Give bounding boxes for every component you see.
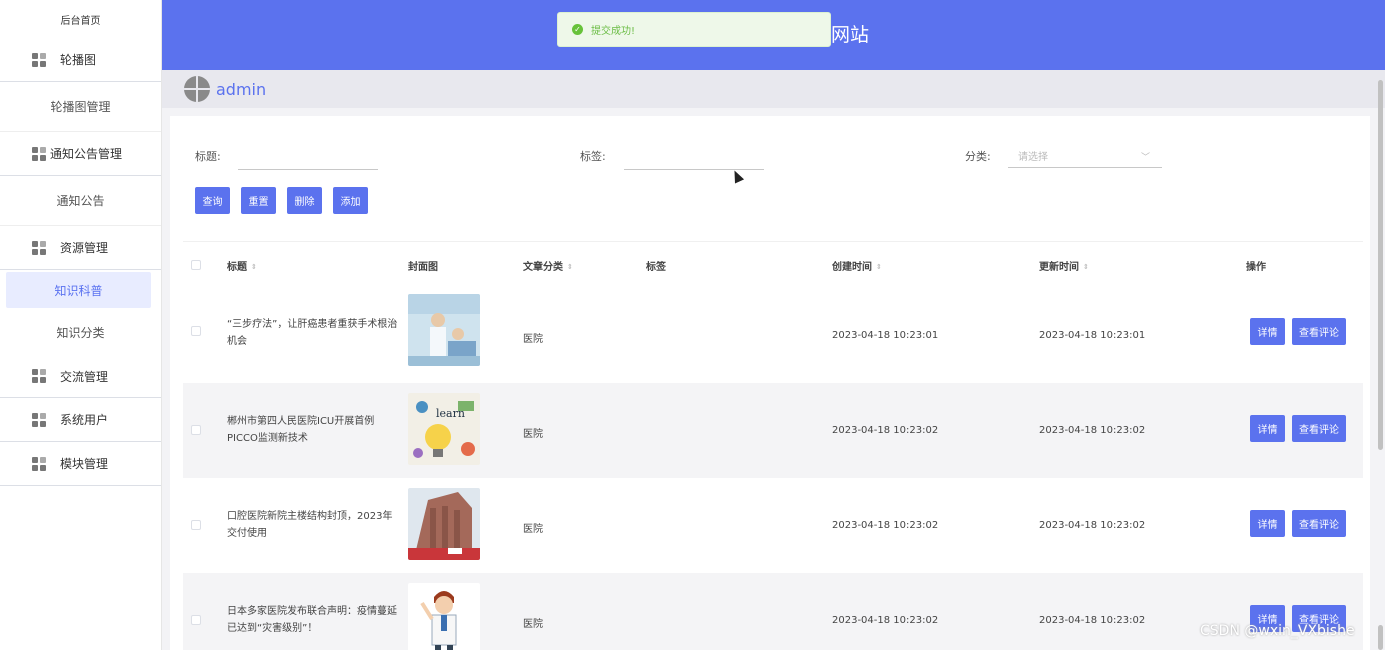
row-updated: 2023-04-18 10:23:01: [1039, 330, 1146, 341]
sidebar-item-knowledge-category[interactable]: 知识分类: [0, 310, 161, 354]
view-comments-button[interactable]: 查看评论: [1292, 415, 1346, 442]
cover-image: [408, 294, 480, 366]
sidebar-group-communication[interactable]: 交流管理: [0, 354, 161, 398]
column-header-actions: 操作: [1246, 262, 1266, 273]
category-select-placeholder: 请选择: [1018, 152, 1048, 163]
detail-button[interactable]: 详情: [1250, 415, 1285, 442]
sort-icon: ⇕: [567, 263, 573, 271]
row-created: 2023-04-18 10:23:01: [832, 330, 939, 341]
module-icon: [32, 456, 46, 471]
query-button[interactable]: 查询: [195, 187, 230, 214]
sidebar-item-carousel-manage[interactable]: 轮播图管理: [0, 82, 161, 132]
sidebar-group-label: 轮播图: [60, 53, 97, 67]
row-updated: 2023-04-18 10:23:02: [1039, 615, 1146, 626]
row-checkbox[interactable]: [191, 326, 201, 336]
view-comments-button[interactable]: 查看评论: [1292, 318, 1346, 345]
table-row: “三步疗法”，让肝癌患者重获手术根治机会 医院 2023-04-18 10:23…: [183, 288, 1363, 383]
detail-button[interactable]: 详情: [1250, 318, 1285, 345]
sidebar-group-resource[interactable]: 资源管理: [0, 226, 161, 270]
sort-icon: ⇕: [1083, 263, 1089, 271]
tag-filter-input[interactable]: [624, 146, 764, 170]
success-toast: ✓ 提交成功!: [557, 12, 831, 47]
row-checkbox[interactable]: [191, 615, 201, 625]
username[interactable]: admin: [216, 80, 266, 99]
sidebar-group-label: 资源管理: [60, 241, 109, 255]
select-all-checkbox[interactable]: [191, 260, 201, 270]
scrollbar-thumb[interactable]: [1378, 80, 1383, 450]
sidebar-group-label: 交流管理: [60, 369, 109, 384]
avatar[interactable]: [184, 76, 210, 102]
title-filter-input[interactable]: [238, 146, 378, 170]
column-header-category[interactable]: 文章分类 ⇕: [523, 258, 573, 273]
user-bar: admin: [162, 70, 1385, 108]
column-header-tag: 标签: [646, 262, 666, 273]
sidebar-group-modules[interactable]: 模块管理: [0, 442, 161, 486]
row-category: 医院: [523, 429, 543, 440]
sidebar-item-notice[interactable]: 通知公告: [0, 176, 161, 226]
knowledge-table: 标题 ⇕ 封面图 文章分类 ⇕ 标签 创建时间 ⇕ 更新时间 ⇕ 操作 “三步疗法”，让…: [183, 241, 1363, 650]
row-title: 口腔医院新院主楼结构封顶，2023年交付使用: [227, 511, 393, 539]
table-row: 日本多家医院发布联合声明：疫情蔓延已达到“灾害级别”！ 医院 2023-04-1…: [183, 573, 1363, 650]
row-title: “三步疗法”，让肝癌患者重获手术根治机会: [227, 319, 398, 347]
module-icon: [32, 52, 46, 67]
svg-text:learn: learn: [436, 407, 465, 420]
sidebar-group-notice[interactable]: 通知公告管理: [0, 132, 161, 176]
sidebar-group-carousel[interactable]: 轮播图: [0, 38, 161, 82]
row-category: 医院: [523, 524, 543, 535]
sidebar-item-knowledge[interactable]: 知识科普: [6, 272, 151, 308]
chevron-down-icon: ﹀: [1140, 153, 1150, 163]
site-title: 网站: [831, 24, 870, 46]
sidebar-group-label: 通知公告管理: [50, 147, 123, 161]
row-category: 医院: [523, 619, 543, 630]
row-checkbox[interactable]: [191, 425, 201, 435]
cover-image: [408, 583, 480, 650]
row-updated: 2023-04-18 10:23:02: [1039, 520, 1146, 531]
table-header: 标题 ⇕ 封面图 文章分类 ⇕ 标签 创建时间 ⇕ 更新时间 ⇕ 操作: [183, 242, 1363, 288]
module-icon: [32, 146, 46, 161]
row-title: 郴州市第四人民医院ICU开展首例PICCO监测新技术: [227, 416, 375, 444]
table-row: 郴州市第四人民医院ICU开展首例PICCO监测新技术 learn 医院 2023…: [183, 383, 1363, 478]
sidebar-group-label: 系统用户: [60, 413, 109, 427]
category-filter-label: 分类:: [965, 150, 991, 163]
table-row: 口腔医院新院主楼结构封顶，2023年交付使用 医院 2023-04-18 10:…: [183, 478, 1363, 573]
detail-button[interactable]: 详情: [1250, 510, 1285, 537]
add-button[interactable]: 添加: [333, 187, 368, 214]
main-content: 标题: 标签: 分类: 请选择 ﹀ 查询 重置 删除 添加 标题 ⇕ 封面图 文章…: [170, 116, 1370, 650]
row-created: 2023-04-18 10:23:02: [832, 425, 939, 436]
row-checkbox[interactable]: [191, 520, 201, 530]
row-created: 2023-04-18 10:23:02: [832, 520, 939, 531]
sort-icon: ⇕: [876, 263, 882, 271]
sidebar-group-label: 模块管理: [60, 457, 109, 471]
watermark: CSDN @wxin_VXbishe: [1200, 623, 1355, 639]
tag-filter-label: 标签:: [580, 150, 606, 163]
sidebar-group-users[interactable]: 系统用户: [0, 398, 161, 442]
cover-image: [408, 488, 480, 560]
module-icon: [32, 412, 46, 427]
module-icon: [32, 240, 46, 255]
row-created: 2023-04-18 10:23:02: [832, 615, 939, 626]
delete-button[interactable]: 删除: [287, 187, 322, 214]
module-icon: [32, 369, 46, 383]
column-header-created[interactable]: 创建时间 ⇕: [832, 258, 882, 273]
row-title: 日本多家医院发布联合声明：疫情蔓延已达到“灾害级别”！: [227, 606, 397, 634]
column-header-updated[interactable]: 更新时间 ⇕: [1039, 258, 1089, 273]
title-filter-label: 标题:: [195, 150, 221, 163]
sort-icon: ⇕: [251, 263, 257, 271]
sidebar-home[interactable]: 后台首页: [0, 0, 161, 38]
column-header-cover: 封面图: [408, 262, 438, 273]
category-select[interactable]: 请选择 ﹀: [1008, 144, 1162, 168]
column-header-title[interactable]: 标题 ⇕: [227, 258, 257, 273]
cover-image: learn: [408, 393, 480, 465]
reset-button[interactable]: 重置: [241, 187, 276, 214]
scrollbar-thumb-lower[interactable]: [1378, 625, 1383, 650]
check-circle-icon: ✓: [572, 24, 583, 35]
view-comments-button[interactable]: 查看评论: [1292, 510, 1346, 537]
toast-message: 提交成功!: [591, 26, 636, 37]
row-category: 医院: [523, 334, 543, 345]
sidebar: 后台首页 轮播图 轮播图管理 通知公告管理 通知公告 资源管理 知识科普 知识分…: [0, 0, 162, 650]
row-updated: 2023-04-18 10:23:02: [1039, 425, 1146, 436]
